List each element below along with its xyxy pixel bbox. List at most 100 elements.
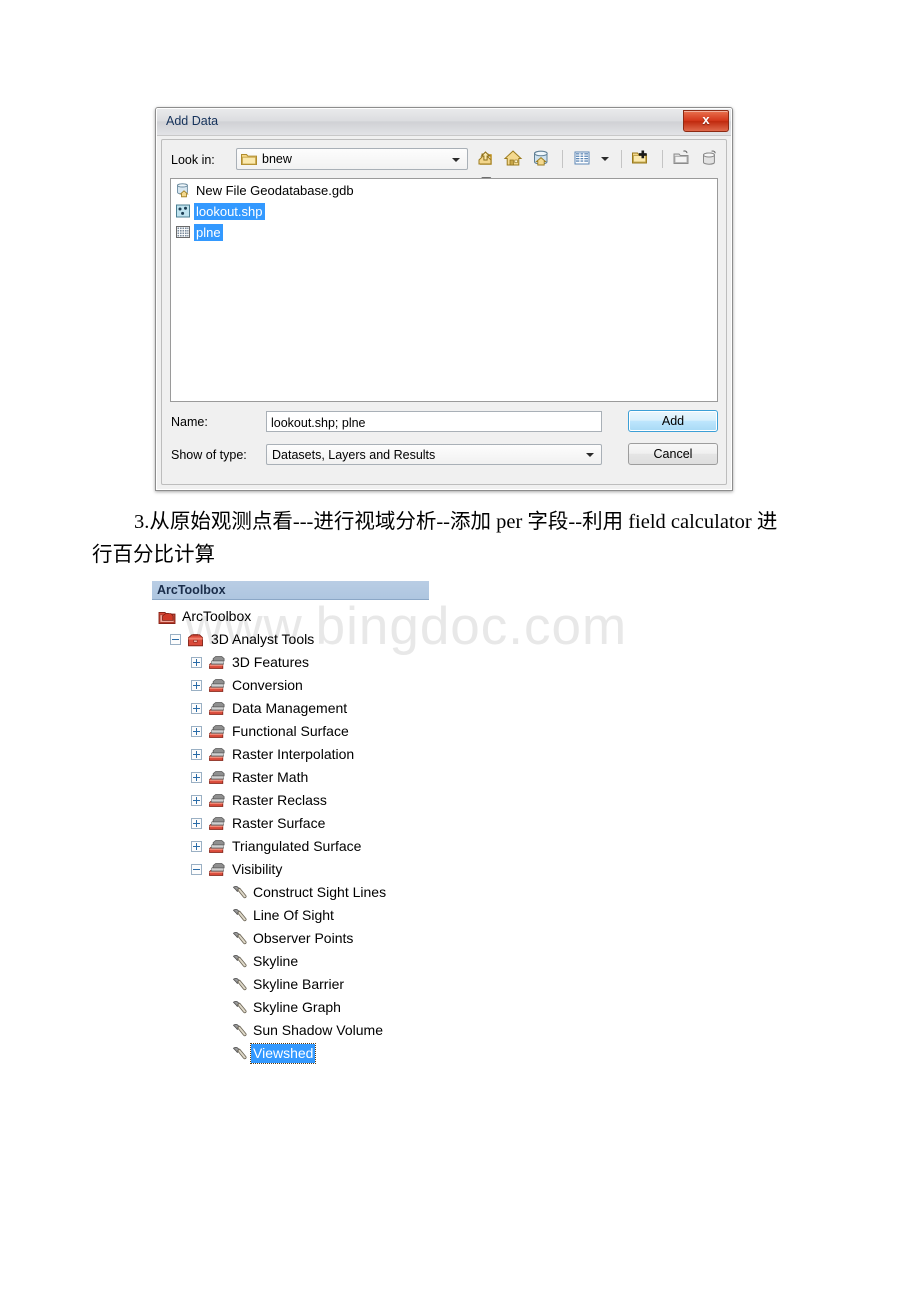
list-view-icon[interactable] [572,148,595,170]
tree-item[interactable]: Line Of Sight [152,904,429,927]
collapse-icon[interactable] [170,634,181,645]
tree-item[interactable]: Skyline [152,950,429,973]
toolbar-separator [562,150,564,168]
tree-item[interactable]: Raster Surface [152,812,429,835]
tree-item-label: Observer Points [253,930,354,946]
connect-to-folder-icon[interactable] [630,148,653,170]
tree-item[interactable]: Raster Reclass [152,789,429,812]
panel-title: ArcToolbox [157,583,226,597]
tree-item-label: Skyline [253,953,299,969]
dialog-frame: Add Data x Look in: bnew New File Geodat… [156,108,732,490]
toolbar-separator [661,150,663,168]
tree-item[interactable]: Raster Interpolation [152,743,429,766]
default-database-icon[interactable] [531,148,554,170]
look-in-combo[interactable]: bnew [236,148,468,170]
tree-item[interactable]: 3D Analyst Tools [152,628,429,651]
new-folder-icon[interactable] [671,148,694,170]
chevron-down-icon [452,158,460,162]
file-list[interactable]: New File Geodatabase.gdb lookout.shp pln… [170,178,718,402]
collapse-icon[interactable] [191,864,202,875]
toolbox-icon [187,631,205,648]
look-in-row: Look in: bnew [162,146,726,188]
tree-item-label: Skyline Barrier [253,976,345,992]
tree-item-label: Viewshed [249,1043,317,1064]
tree-item[interactable]: Triangulated Surface [152,835,429,858]
close-button[interactable]: x [683,110,729,132]
list-item[interactable]: lookout.shp [174,202,717,221]
list-view-dropdown-icon[interactable] [599,148,612,170]
name-input[interactable] [266,411,602,432]
show-of-type-combo[interactable]: Datasets, Layers and Results [266,444,602,465]
file-name: lookout.shp [194,203,265,220]
tree-item-label: Functional Surface [232,723,349,739]
toolset-icon [208,700,226,717]
cancel-button[interactable]: Cancel [628,443,718,465]
tool-hammer-icon [230,999,248,1016]
home-icon[interactable] [503,148,526,170]
arctoolbox-panel-header: ArcToolbox [152,581,429,600]
tree-item-label: Raster Math [232,769,309,785]
toolset-icon [208,792,226,809]
look-in-value: bnew [262,152,292,166]
tree-item-label: Sun Shadow Volume [253,1022,383,1038]
toolset-icon [208,654,226,671]
tool-hammer-icon [230,976,248,993]
expand-icon[interactable] [191,680,202,691]
expand-icon[interactable] [191,657,202,668]
toolset-icon [208,861,226,878]
tree-item-label: 3D Analyst Tools [211,631,315,647]
tree-item-label: Visibility [232,861,283,877]
list-item[interactable]: plne [174,223,717,242]
expand-icon[interactable] [191,772,202,783]
up-one-level-icon[interactable] [476,148,499,170]
tree-item[interactable]: Construct Sight Lines [152,881,429,904]
tree-item[interactable]: Raster Math [152,766,429,789]
dialog-title: Add Data [166,114,219,128]
folder-icon [241,152,257,165]
tree-item[interactable]: ArcToolbox [152,605,429,628]
tool-hammer-icon [230,953,248,970]
file-name: New File Geodatabase.gdb [196,183,354,198]
expand-icon[interactable] [191,749,202,760]
tool-hammer-icon [230,884,248,901]
tree-item[interactable]: Skyline Graph [152,996,429,1019]
add-data-dialog: Add Data x Look in: bnew New File Geodat… [155,107,733,491]
tree-item[interactable]: Visibility [152,858,429,881]
tree-item[interactable]: Functional Surface [152,720,429,743]
tree-item[interactable]: Sun Shadow Volume [152,1019,429,1042]
show-of-type-label: Show of type: [171,448,247,462]
toolset-icon [208,815,226,832]
close-icon: x [702,112,710,127]
tree-item[interactable]: Observer Points [152,927,429,950]
expand-icon[interactable] [191,818,202,829]
arctoolbox-root-icon [158,608,176,625]
expand-icon[interactable] [191,726,202,737]
tree-item[interactable]: 3D Features [152,651,429,674]
paragraph-line-1: 3.从原始观测点看---进行视域分析--添加 per 字段--利用 field [134,511,666,533]
dialog-body: Look in: bnew New File Geodatabase.gdb l… [161,139,727,485]
dialog-titlebar: Add Data x [157,109,731,136]
tree-item[interactable]: Conversion [152,674,429,697]
show-of-type-value: Datasets, Layers and Results [272,448,436,462]
tree-item[interactable]: Skyline Barrier [152,973,429,996]
tool-hammer-icon [230,1022,248,1039]
toolset-icon [208,769,226,786]
chevron-down-icon [586,453,594,457]
new-geodatabase-icon[interactable] [699,148,722,170]
tree-item-label: Skyline Graph [253,999,341,1015]
list-item[interactable]: New File Geodatabase.gdb [174,181,717,200]
chevron-down-icon [601,157,610,161]
raster-icon [175,224,191,240]
tree-item-label: Triangulated Surface [232,838,362,854]
add-button[interactable]: Add [628,410,718,432]
expand-icon[interactable] [191,703,202,714]
tree-item-label: Construct Sight Lines [253,884,387,900]
toolset-icon [208,723,226,740]
expand-icon[interactable] [191,795,202,806]
expand-icon[interactable] [191,841,202,852]
tree-item[interactable]: Viewshed [152,1042,429,1065]
tool-hammer-icon [230,1045,248,1062]
point-shapefile-icon [175,203,191,219]
tree-item[interactable]: Data Management [152,697,429,720]
tree-item-label: Line Of Sight [253,907,334,923]
